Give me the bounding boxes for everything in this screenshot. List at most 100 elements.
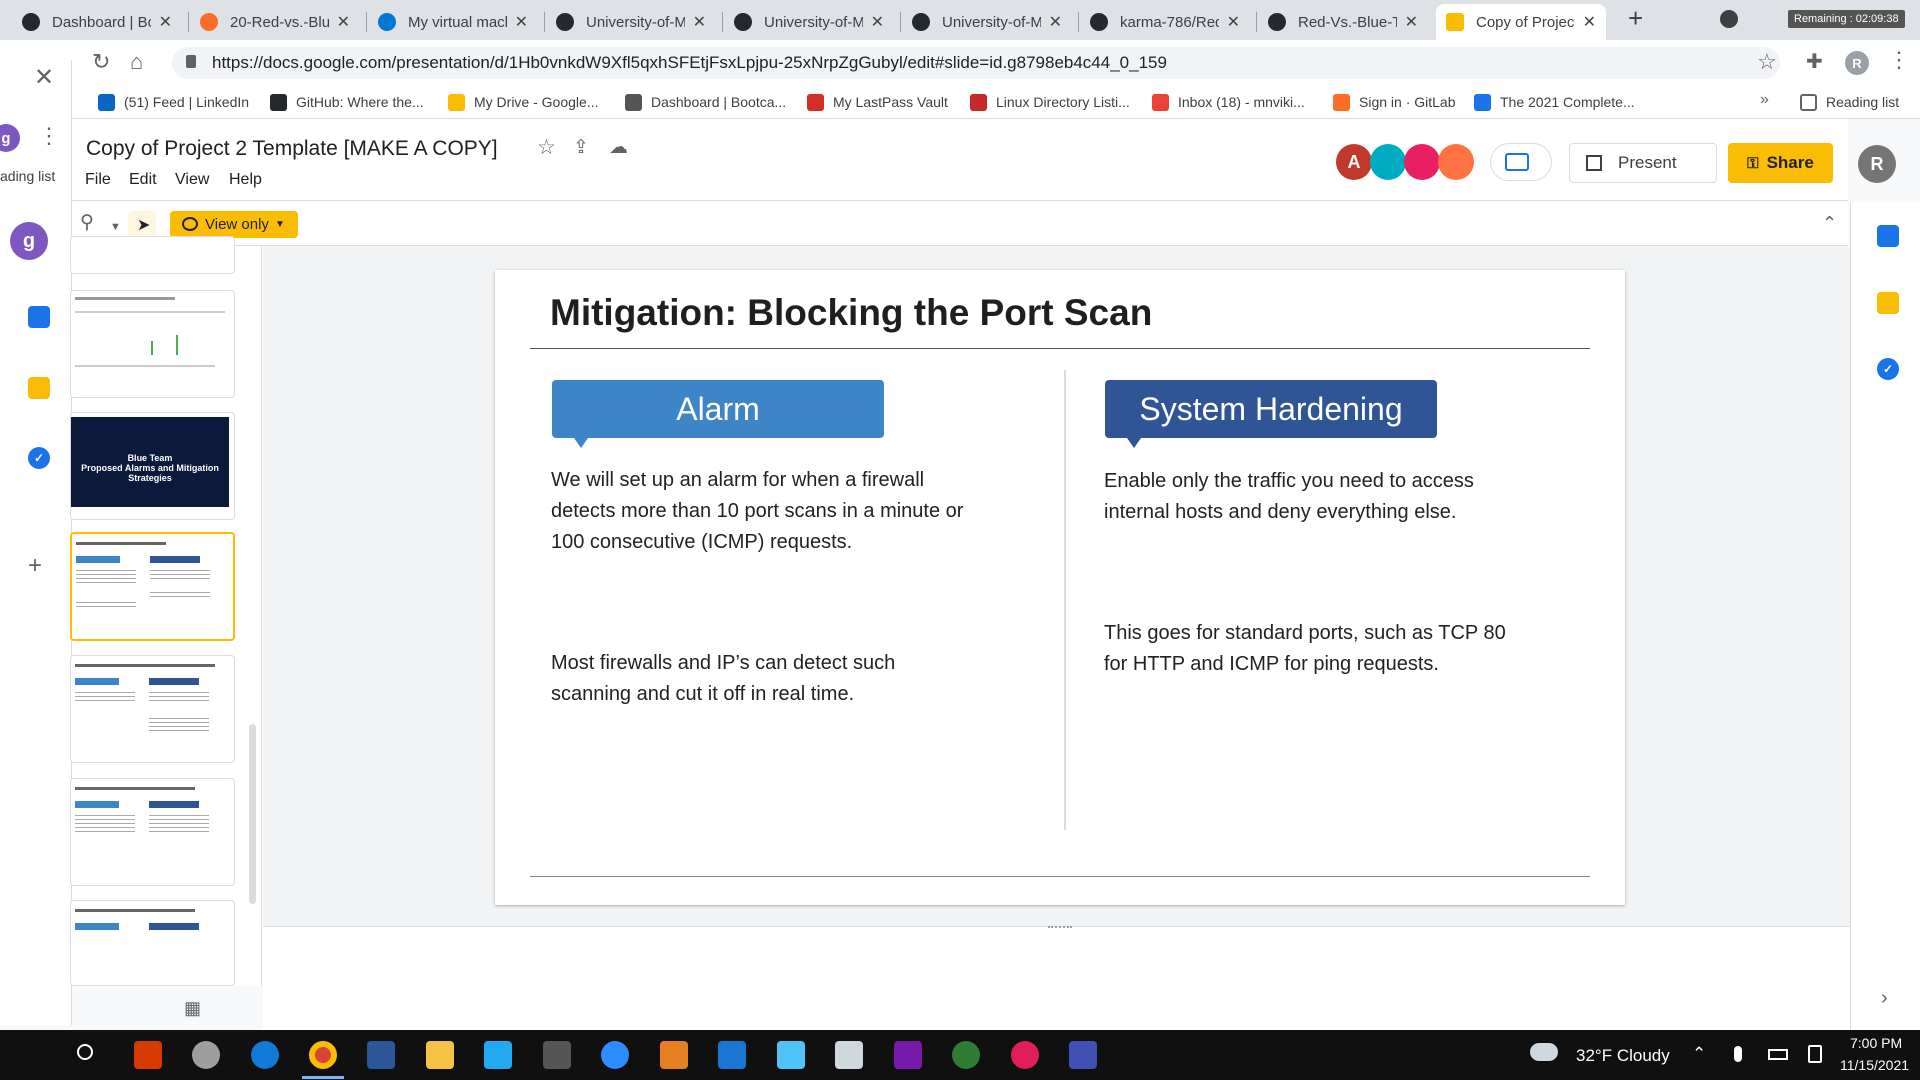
browser-tab[interactable]: University-of-M ✕ xyxy=(546,4,716,40)
keep-icon[interactable] xyxy=(1877,292,1899,314)
browser-tab[interactable]: University-of-M ✕ xyxy=(724,4,894,40)
bookmark-item[interactable]: Dashboard | Bootca... xyxy=(625,92,786,112)
profile-avatar[interactable]: R xyxy=(1845,51,1869,75)
clock-date[interactable]: 11/15/2021 xyxy=(1840,1057,1909,1073)
bookmark-star-icon[interactable]: ☆ xyxy=(1757,51,1777,73)
menu-view[interactable]: View xyxy=(175,171,209,189)
slide-thumbnail[interactable] xyxy=(70,236,235,274)
collaborator-avatar-4[interactable] xyxy=(1438,144,1474,180)
speaker-notes-area[interactable] xyxy=(263,926,1850,1030)
slide-thumbnail[interactable] xyxy=(70,900,235,986)
bookmark-item[interactable]: The 2021 Complete... xyxy=(1474,92,1635,112)
zoom-icon[interactable]: ⚲ xyxy=(80,213,94,233)
remote-desktop-icon[interactable] xyxy=(1069,1041,1097,1069)
tray-chevron-icon[interactable]: ⌃ xyxy=(1692,1044,1706,1064)
collaborator-avatar-2[interactable] xyxy=(1370,144,1406,180)
browser-tab[interactable]: Dashboard | Bo ✕ xyxy=(12,4,182,40)
close-tab-icon[interactable]: ✕ xyxy=(1583,12,1596,32)
vscode-icon[interactable] xyxy=(484,1041,512,1069)
filmstrip-scrollbar[interactable] xyxy=(249,724,256,904)
home-icon[interactable]: ⌂ xyxy=(130,51,143,73)
meet-button[interactable] xyxy=(1490,143,1552,181)
close-tab-icon[interactable]: ✕ xyxy=(693,12,706,32)
bookmark-item[interactable]: Inbox (18) - mnviki... xyxy=(1152,92,1305,112)
menu-edit[interactable]: Edit xyxy=(129,171,157,189)
close-tab-icon[interactable]: ✕ xyxy=(1227,12,1240,32)
tasks-icon[interactable]: ✓ xyxy=(1877,358,1899,380)
collaborator-avatar[interactable]: A xyxy=(1336,144,1372,180)
azure-app-icon[interactable] xyxy=(718,1041,746,1069)
virtualbox-icon[interactable] xyxy=(835,1041,863,1069)
weather-text[interactable]: 32°F Cloudy xyxy=(1576,1046,1670,1066)
edge-dev-icon[interactable] xyxy=(952,1041,980,1069)
close-tab-icon[interactable]: ✕ xyxy=(159,12,172,32)
side-avatar[interactable]: g xyxy=(10,222,48,260)
tab-search-icon[interactable] xyxy=(1720,10,1738,28)
clock-time[interactable]: 7:00 PM xyxy=(1850,1035,1902,1051)
address-bar[interactable]: https://docs.google.com/presentation/d/1… xyxy=(172,47,1780,79)
browser-tab[interactable]: 20-Red-vs.-Blue ✕ xyxy=(190,4,360,40)
extensions-icon[interactable]: ✚ xyxy=(1806,52,1823,72)
search-icon[interactable] xyxy=(77,1044,93,1060)
more-menu-icon[interactable]: ⋮ xyxy=(1888,49,1910,71)
slide-thumbnail-current[interactable] xyxy=(70,532,235,641)
browser-tab[interactable]: University-of-M ✕ xyxy=(902,4,1072,40)
close-tab-icon[interactable]: ✕ xyxy=(871,12,884,32)
bookmark-item[interactable]: My LastPass Vault xyxy=(807,92,948,112)
word-icon[interactable] xyxy=(367,1041,395,1069)
bookmark-item[interactable]: My Drive - Google... xyxy=(448,92,598,112)
browser-tab[interactable]: karma-786/Red ✕ xyxy=(1080,4,1250,40)
notes-resize-handle[interactable] xyxy=(1048,926,1072,930)
select-tool-button[interactable]: ➤ xyxy=(128,211,156,238)
snip-tool-icon[interactable] xyxy=(192,1041,220,1069)
chrome-icon[interactable] xyxy=(309,1041,337,1069)
keep-icon[interactable] xyxy=(28,377,50,399)
new-tab-icon[interactable]: + xyxy=(1628,5,1643,31)
slide-thumbnail[interactable] xyxy=(70,655,235,763)
browser-tab[interactable]: My virtual mach ✕ xyxy=(368,4,538,40)
kali-icon[interactable] xyxy=(543,1041,571,1069)
browser-tab[interactable]: Red-Vs.-Blue-Te ✕ xyxy=(1258,4,1428,40)
onenote-icon[interactable] xyxy=(894,1041,922,1069)
present-button[interactable]: Present xyxy=(1569,143,1717,183)
microphone-icon[interactable] xyxy=(1734,1046,1742,1062)
slack-icon[interactable] xyxy=(1011,1041,1039,1069)
close-tab-icon[interactable]: ✕ xyxy=(337,12,350,32)
more-bookmarks-icon[interactable]: » xyxy=(1760,90,1769,110)
close-panel-icon[interactable]: ✕ xyxy=(34,66,54,90)
slide-thumbnail[interactable] xyxy=(70,778,235,886)
bookmark-item[interactable]: Sign in · GitLab xyxy=(1333,92,1456,112)
bookmark-item[interactable]: Linux Directory Listi... xyxy=(970,92,1130,112)
battery-icon[interactable] xyxy=(1768,1049,1788,1060)
slide-thumbnail-blue-team[interactable]: Blue Team Proposed Alarms and Mitigation… xyxy=(70,412,235,520)
show-side-panel-icon[interactable]: › xyxy=(1881,988,1888,1008)
reload-icon[interactable]: ↻ xyxy=(92,51,110,73)
calendar-icon[interactable] xyxy=(1877,225,1899,247)
star-icon[interactable]: ☆ xyxy=(537,137,556,158)
terminal-icon[interactable] xyxy=(777,1041,805,1069)
view-only-button[interactable]: View only ▼ xyxy=(170,211,298,238)
menu-file[interactable]: File xyxy=(85,171,111,189)
network-icon[interactable] xyxy=(1808,1045,1822,1063)
reading-list-button[interactable]: Reading list xyxy=(1800,92,1899,112)
bookmark-item[interactable]: (51) Feed | LinkedIn xyxy=(98,92,249,112)
edge-icon[interactable] xyxy=(251,1041,279,1069)
app-icon[interactable] xyxy=(660,1041,688,1069)
grid-view-icon[interactable]: ▦ xyxy=(184,998,201,1018)
collapse-toolbar-icon[interactable]: ⌃ xyxy=(1822,213,1837,233)
side-more-icon[interactable]: ⋮ xyxy=(38,125,60,147)
close-tab-icon[interactable]: ✕ xyxy=(1049,12,1062,32)
account-avatar[interactable]: R xyxy=(1858,145,1896,183)
menu-help[interactable]: Help xyxy=(229,171,262,189)
browser-tab[interactable]: Copy of Project ✕ xyxy=(1436,4,1606,40)
bookmark-item[interactable]: GitHub: Where the... xyxy=(270,92,424,112)
calendar-icon[interactable] xyxy=(28,306,50,328)
zoom-app-icon[interactable] xyxy=(601,1041,629,1069)
document-title[interactable]: Copy of Project 2 Template [MAKE A COPY] xyxy=(86,137,498,161)
close-tab-icon[interactable]: ✕ xyxy=(1405,12,1418,32)
tasks-icon[interactable]: ✓ xyxy=(28,447,50,469)
add-addon-icon[interactable]: + xyxy=(28,554,42,578)
collaborator-avatar-3[interactable] xyxy=(1404,144,1440,180)
zoom-dropdown-icon[interactable]: ▼ xyxy=(110,217,121,237)
office-icon[interactable] xyxy=(134,1041,162,1069)
